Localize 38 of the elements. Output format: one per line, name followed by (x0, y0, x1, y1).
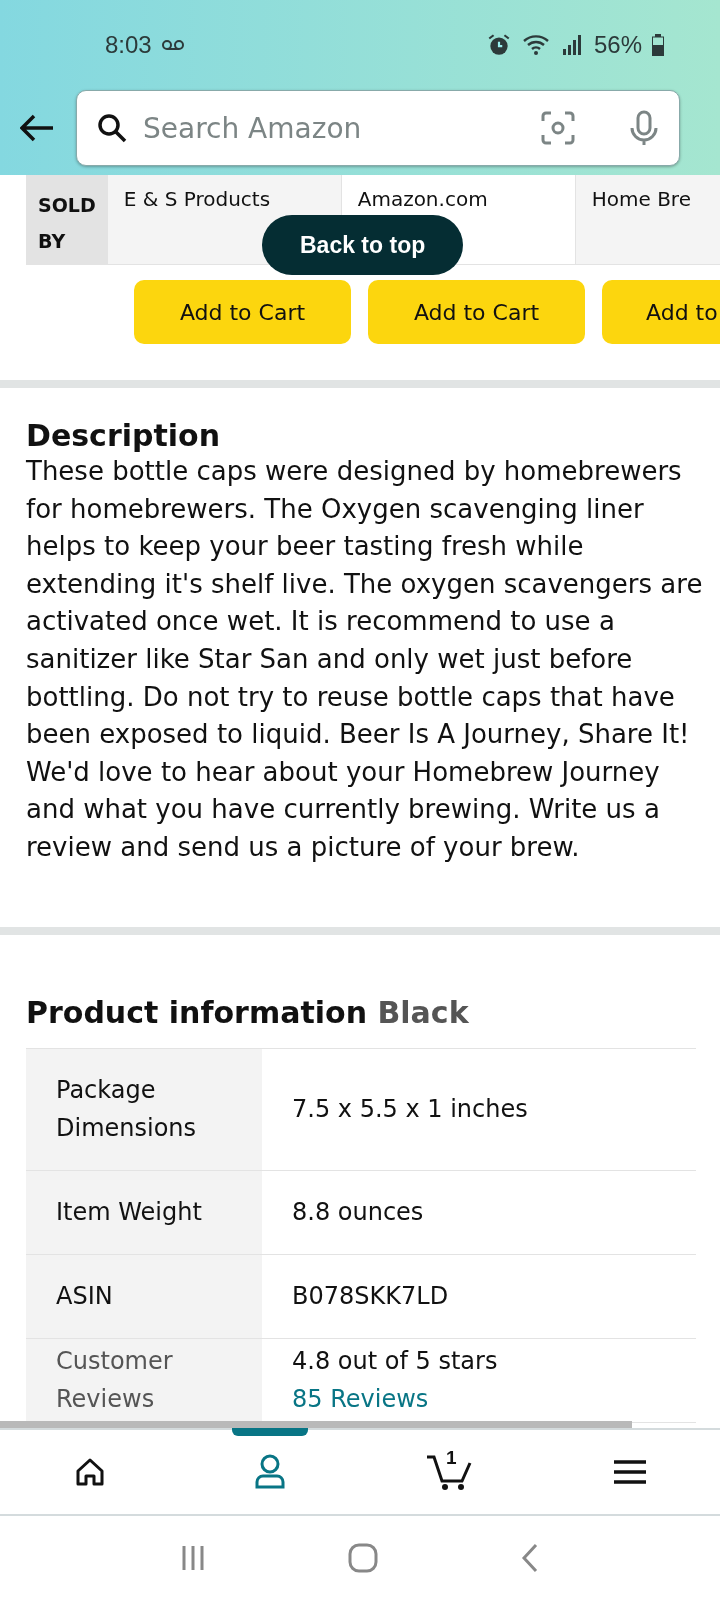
signal-icon (561, 34, 584, 56)
attribute-label: ASIN (26, 1254, 262, 1338)
search-field[interactable]: Search Amazon (141, 110, 527, 146)
search-icon (97, 113, 127, 143)
cart-icon (426, 1453, 474, 1491)
home-icon (74, 1456, 106, 1488)
recent-apps-icon[interactable] (181, 1544, 206, 1572)
back-arrow-icon[interactable] (20, 114, 54, 142)
attribute-value: 7.5 x 5.5 x 1 inches (291, 1094, 529, 1126)
description-heading: Description (26, 418, 222, 453)
sold-by-label: SOLD BY (26, 175, 108, 265)
menu-icon (614, 1459, 646, 1485)
battery-percentage: 56% (593, 31, 642, 59)
search-bar[interactable]: Search Amazon (76, 90, 680, 166)
add-to-cart-button[interactable]: Add to Cart (368, 280, 585, 344)
clock: 8:03 (105, 31, 152, 59)
back-icon[interactable] (520, 1543, 539, 1573)
account-icon (254, 1454, 286, 1490)
cart-count: 1 (446, 1447, 457, 1469)
attribute-value: B078SKK7LD (291, 1281, 450, 1313)
add-to-cart-button[interactable]: Add to Cart (134, 280, 351, 344)
reviews-link[interactable]: 85 Reviews (292, 1385, 429, 1414)
microphone-icon[interactable] (629, 110, 659, 146)
back-to-top-button[interactable]: Back to top (262, 215, 464, 275)
home-button-icon[interactable] (348, 1543, 378, 1573)
attribute-value: 4.8 out of 5 stars 85 Reviews (291, 1346, 499, 1416)
attribute-label: Customer Reviews (26, 1338, 262, 1422)
add-to-cart-button[interactable]: Add to (602, 280, 720, 344)
battery-icon (652, 34, 664, 56)
nav-tab[interactable]: 1 (360, 1430, 540, 1514)
voicemail-icon (161, 39, 184, 51)
description-text: These bottle caps were designed by homebrewers for homebrewers. The Oxygen scavenging liner helps to keep your beer tasting fresh while extending it's shelf live. The oxygen scavengers are activated once wet. It is recommend to use a sanitizer like Star San and only wet just before bottling. Do not try to reuse bottle caps that have been exposed to liquid. Beer Is A Journey, Share It! We'd love to hear about your Homebrew Journey and what you have currently brewing. Write us a review and send us a picture of your brew. (26, 455, 704, 864)
product-information-heading: Product information Black (26, 994, 470, 1030)
attribute-label: Package Dimensions (26, 1048, 262, 1170)
attribute-label: Item Weight (26, 1170, 262, 1254)
seller-cell: Home Bre (575, 175, 720, 265)
attribute-value: 8.8 ounces (291, 1197, 425, 1229)
camera-icon[interactable] (541, 111, 575, 145)
